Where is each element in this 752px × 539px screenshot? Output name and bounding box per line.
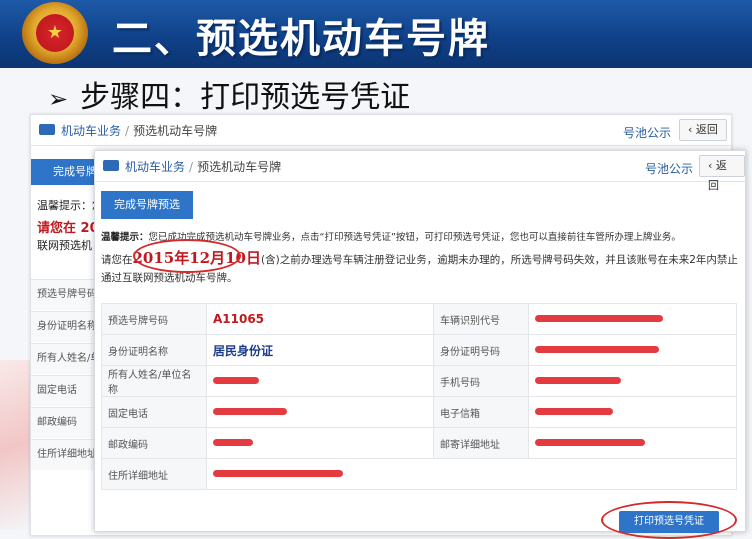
table-row: 身份证明名称 居民身份证 身份证明号码 — [101, 334, 737, 366]
owner-value — [206, 365, 434, 397]
table-row: 邮政编码 邮寄详细地址 — [101, 427, 737, 459]
pool-link[interactable]: 号池公示 — [645, 160, 693, 177]
owner-label: 所有人姓名/单位名称 — [101, 365, 207, 397]
mail-addr-label: 邮寄详细地址 — [433, 427, 529, 459]
preselect-info-table: 预选号牌号码 A11065 车辆识别代号 身份证明名称 居民身份证 身份证明号码… — [101, 303, 737, 490]
email-label: 电子信箱 — [433, 396, 529, 428]
foreground-window: 机动车业务 / 预选机动车号牌 号池公示 ‹ 返回 完成号牌预选 温馨提示：您已成功… — [94, 150, 746, 539]
redacted-mark — [535, 408, 613, 415]
truck-icon — [39, 124, 55, 135]
step-text: 步骤四：打印预选号凭证 — [80, 80, 411, 115]
breadcrumb: 机动车业务 / 预选机动车号牌 — [125, 160, 282, 174]
redacted-mark — [213, 377, 259, 384]
row-label: 固定电话 — [31, 375, 101, 406]
email-value — [528, 396, 737, 428]
mobile-value — [528, 365, 737, 397]
tab-complete-preselect[interactable]: 完成号牌预选 — [101, 191, 193, 219]
pool-link[interactable]: 号池公示 — [623, 124, 671, 141]
highlight-circle-button — [601, 501, 737, 539]
id-type: 居民身份证 — [213, 343, 274, 358]
row-label: 预选号牌号码 — [31, 279, 101, 310]
back-button[interactable]: ‹ 返回 — [699, 155, 745, 192]
home-addr-value — [206, 458, 737, 490]
highlight-circle — [133, 239, 241, 273]
plate-label: 预选号牌号码 — [101, 303, 207, 335]
table-row: 预选号牌号码 A11065 车辆识别代号 — [101, 303, 737, 335]
idname-label: 身份证明名称 — [101, 334, 207, 366]
notice-prefix: 请您在 — [101, 254, 133, 266]
breadcrumb: 机动车业务 / 预选机动车号牌 — [61, 124, 218, 138]
redacted-mark — [535, 315, 663, 322]
breadcrumb-sub: 预选机动车号牌 — [197, 160, 282, 174]
redacted-mark — [535, 377, 621, 384]
arrow-bullet-icon: ➢ — [48, 85, 69, 113]
vin-value — [528, 303, 737, 335]
redacted-mark — [535, 346, 659, 353]
breadcrumb-main[interactable]: 机动车业务 — [61, 124, 121, 138]
plate-value: A11065 — [206, 303, 434, 335]
top-bar: 机动车业务 / 预选机动车号牌 号池公示 ‹ 返回 — [95, 151, 745, 192]
idname-value: 居民身份证 — [206, 334, 434, 366]
mobile-label: 手机号码 — [433, 365, 529, 397]
table-row: 固定电话 电子信箱 — [101, 396, 737, 428]
tip-label: 温馨提示： — [101, 232, 149, 243]
police-emblem-icon: ★ — [22, 2, 88, 64]
row-label: 邮政编码 — [31, 407, 101, 438]
row-label: 住所详细地址 — [31, 439, 101, 470]
top-bar: 机动车业务 / 预选机动车号牌 号池公示 ‹ 返回 — [31, 115, 731, 146]
plate-number: A11065 — [213, 312, 265, 326]
redacted-mark — [213, 470, 343, 477]
phone-label: 固定电话 — [101, 396, 207, 428]
mail-addr-value — [528, 427, 737, 459]
redacted-mark — [213, 408, 287, 415]
breadcrumb-main[interactable]: 机动车业务 — [125, 160, 185, 174]
vin-label: 车辆识别代号 — [433, 303, 529, 335]
slide-banner: ★ 二、预选机动车号牌 — [0, 0, 752, 68]
notice-line: 请您在 20 — [37, 221, 99, 236]
row-label: 身份证明名称 — [31, 311, 101, 342]
redacted-mark — [535, 439, 645, 446]
tip-body: 您已成功完成预选机动车号牌业务，点击“打印预选号凭证”按钮，可打印预选号凭证，您… — [148, 232, 681, 243]
redacted-mark — [213, 439, 253, 446]
row-label: 所有人姓名/单 — [31, 343, 101, 374]
zip-value — [206, 427, 434, 459]
table-row: 所有人姓名/单位名称 手机号码 — [101, 365, 737, 397]
step-heading: ➢ 步骤四：打印预选号凭证 — [48, 72, 410, 116]
zip-label: 邮政编码 — [101, 427, 207, 459]
idno-label: 身份证明号码 — [433, 334, 529, 366]
back-button[interactable]: ‹ 返回 — [679, 119, 727, 141]
slide-title: 二、预选机动车号牌 — [112, 16, 490, 62]
home-addr-label: 住所详细地址 — [101, 458, 207, 490]
truck-icon — [103, 160, 119, 171]
phone-value — [206, 396, 434, 428]
table-row: 住所详细地址 — [101, 458, 737, 490]
notice-line-2: 联网预选机 — [37, 239, 92, 252]
breadcrumb-sub: 预选机动车号牌 — [133, 124, 218, 138]
idno-value — [528, 334, 737, 366]
